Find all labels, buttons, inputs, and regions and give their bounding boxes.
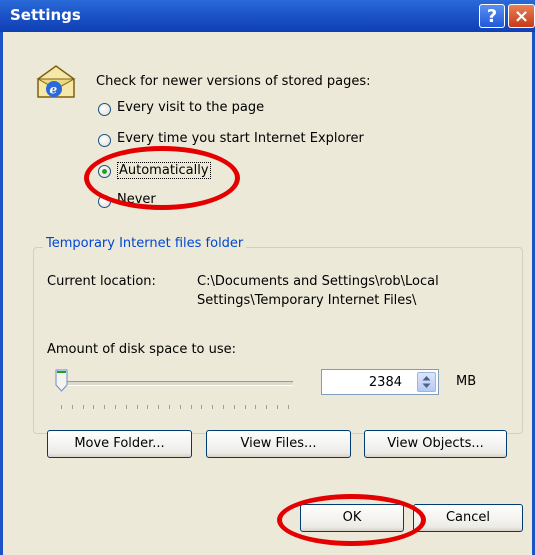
annotation-ellipse-automatically: [84, 146, 240, 210]
help-icon[interactable]: ?: [479, 4, 505, 28]
current-location-label: Current location:: [47, 274, 156, 289]
slider-tick: [158, 405, 160, 409]
current-location-line2: Settings\Temporary Internet Files\: [197, 293, 417, 308]
slider-tick: [190, 405, 192, 409]
view-objects-button[interactable]: View Objects...: [364, 430, 507, 458]
slider-tick: [147, 405, 149, 409]
disk-space-unit: MB: [456, 374, 477, 389]
check-prompt: Check for newer versions of stored pages…: [96, 74, 371, 89]
disk-space-label: Amount of disk space to use:: [47, 342, 237, 357]
slider-tick: [233, 405, 235, 409]
slider-tick: [93, 405, 95, 409]
close-icon[interactable]: ×: [508, 4, 535, 28]
disk-space-value[interactable]: 2384: [369, 375, 402, 390]
dialog-title: Settings: [10, 6, 81, 24]
slider-tick: [61, 405, 62, 409]
slider-tick: [136, 405, 138, 409]
slider-tick: [201, 405, 203, 409]
slider-tick: [212, 405, 214, 409]
slider-tick: [71, 405, 73, 409]
title-bar: Settings ? ×: [0, 0, 535, 32]
radio-every-visit[interactable]: [98, 103, 111, 116]
slider-tick: [223, 405, 224, 409]
temp-files-group-title: Temporary Internet files folder: [43, 236, 247, 251]
slider-tick: [255, 405, 257, 409]
slider-tick: [287, 405, 289, 409]
slider-tick: [266, 405, 268, 409]
slider-tick: [125, 405, 127, 409]
slider-tick: [82, 405, 84, 409]
disk-space-slider-track[interactable]: [60, 381, 293, 386]
ie-settings-icon: e: [36, 65, 76, 98]
slider-tick: [104, 405, 106, 409]
radio-label-every-visit[interactable]: Every visit to the page: [117, 100, 264, 115]
svg-text:e: e: [50, 83, 58, 97]
radio-every-start[interactable]: [98, 134, 111, 147]
slider-tick: [115, 405, 116, 409]
settings-dialog: Settings ? × e Check for newer versions …: [0, 0, 535, 555]
slider-thumb-icon[interactable]: [55, 369, 68, 393]
radio-label-every-start[interactable]: Every time you start Internet Explorer: [117, 131, 364, 146]
slider-tick: [244, 405, 246, 409]
move-folder-button[interactable]: Move Folder...: [47, 430, 192, 458]
slider-tick: [169, 405, 170, 409]
slider-tick: [277, 405, 278, 409]
cancel-button[interactable]: Cancel: [413, 504, 523, 532]
disk-space-spinner[interactable]: 2384: [321, 369, 439, 395]
annotation-ellipse-ok: [277, 494, 426, 546]
current-location-line1: C:\Documents and Settings\rob\Local: [197, 274, 439, 289]
slider-tick: [179, 405, 181, 409]
view-files-button[interactable]: View Files...: [206, 430, 351, 458]
spinner-icon[interactable]: [417, 372, 436, 392]
